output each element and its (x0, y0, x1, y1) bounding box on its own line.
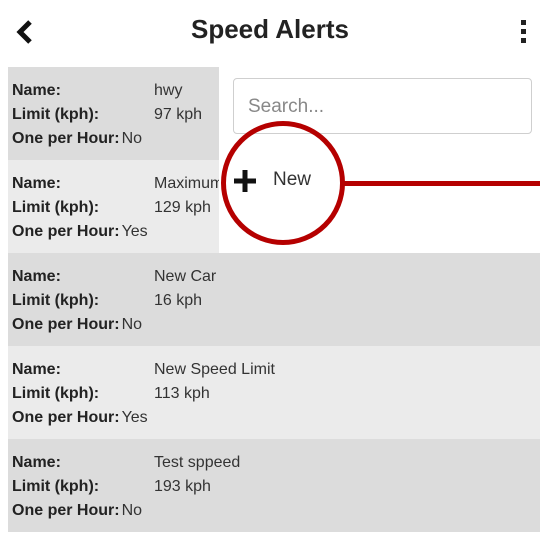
annotation-line (343, 181, 540, 186)
limit-label: Limit (kph): (12, 106, 100, 123)
alert-one-per-hour: No (121, 316, 143, 333)
alert-one-per-hour: Yes (121, 409, 148, 426)
alert-name: hwy (154, 82, 183, 99)
name-label: Name: (12, 82, 61, 99)
one-per-hour-label: One per Hour: (12, 130, 120, 147)
app-header: Speed Alerts (0, 0, 540, 64)
alert-name: Maximum (154, 175, 219, 192)
name-label: Name: (12, 454, 61, 471)
annotation-circle (221, 121, 345, 245)
alert-one-per-hour: No (121, 502, 143, 519)
name-label: Name: (12, 175, 61, 192)
list-item[interactable]: Name: Test sppeed Limit (kph): 193 kph One… (8, 439, 540, 532)
list-item[interactable]: Name: New Car Limit (kph): 16 kph One per … (8, 253, 540, 346)
alert-name: New Car (154, 268, 217, 285)
list-item[interactable]: Name: Maximum Limit (kph): 129 kph One per… (8, 160, 219, 253)
alert-name: Test sppeed (154, 454, 241, 471)
alert-limit: 113 kph (154, 385, 210, 402)
alert-limit: 97 kph (154, 106, 203, 123)
kebab-menu-icon[interactable] (516, 20, 530, 46)
one-per-hour-label: One per Hour: (12, 223, 120, 240)
alert-one-per-hour: No (121, 130, 143, 147)
one-per-hour-label: One per Hour: (12, 409, 120, 426)
limit-label: Limit (kph): (12, 199, 100, 216)
alerts-list: Name: hwy Limit (kph): 97 kph One per Hour… (8, 67, 540, 532)
list-item[interactable]: Name: hwy Limit (kph): 97 kph One per Hour… (8, 67, 219, 160)
alert-one-per-hour: Yes (121, 223, 148, 240)
alert-name: New Speed Limit (154, 361, 275, 378)
limit-label: Limit (kph): (12, 385, 100, 402)
one-per-hour-label: One per Hour: (12, 502, 120, 519)
alert-limit: 16 kph (154, 292, 203, 309)
one-per-hour-label: One per Hour: (12, 316, 120, 333)
limit-label: Limit (kph): (12, 292, 100, 309)
list-item[interactable]: Name: New Speed Limit Limit (kph): 113 kph… (8, 346, 540, 439)
page-title: Speed Alerts (191, 14, 349, 44)
name-label: Name: (12, 361, 61, 378)
alert-limit: 129 kph (154, 199, 211, 216)
alert-limit: 193 kph (154, 478, 211, 495)
limit-label: Limit (kph): (12, 478, 100, 495)
name-label: Name: (12, 268, 61, 285)
